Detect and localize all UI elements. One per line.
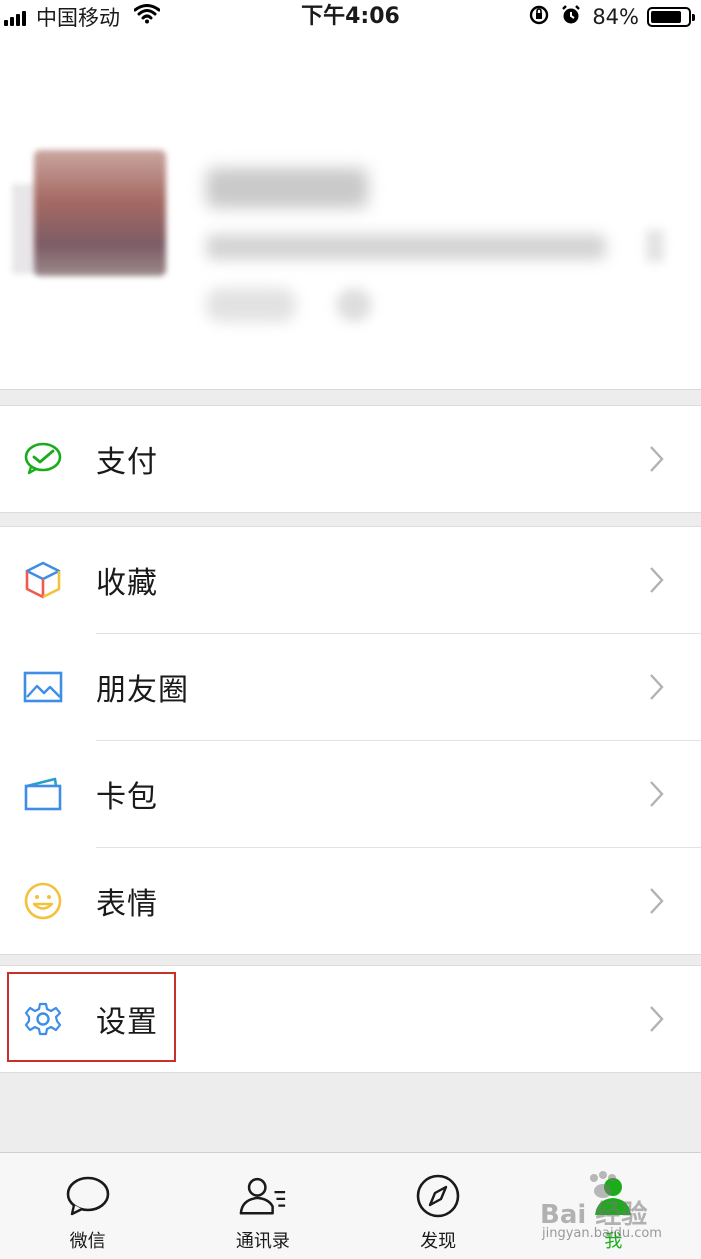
tab-contacts[interactable]: 通讯录 — [175, 1153, 350, 1259]
tab-label-contacts: 通讯录 — [235, 1231, 290, 1252]
chevron-right-icon — [649, 1004, 665, 1034]
status-pill-blurred[interactable] — [206, 288, 296, 322]
profile-name-blurred — [206, 168, 368, 208]
baidu-jingyan-watermark: Bai 经验 jingyan.baidu.com — [540, 1170, 690, 1250]
chevron-right-icon — [649, 565, 665, 595]
wechat-me-screen: 中国移动 下午4:06 84% 支付 收藏 朋友圈 卡包 表情 设置 微信 通讯… — [0, 0, 701, 1259]
tab-discover[interactable]: 发现 — [351, 1153, 526, 1259]
menu-item-moments[interactable]: 朋友圈 — [0, 634, 701, 740]
menu-item-cards[interactable]: 卡包 — [0, 741, 701, 847]
menu-item-pay[interactable]: 支付 — [0, 406, 701, 512]
group-pay: 支付 — [0, 405, 701, 513]
chat-bubble-icon — [63, 1171, 113, 1221]
wechat-id-blurred — [206, 234, 606, 260]
chevron-right-icon — [649, 672, 665, 702]
tab-label-chats: 微信 — [69, 1231, 106, 1252]
menu-label-cards: 卡包 — [96, 780, 158, 815]
moments-picture-icon — [22, 666, 64, 708]
menu-label-favorites: 收藏 — [96, 566, 158, 601]
watermark-sub-text: jingyan.baidu.com — [542, 1226, 662, 1241]
status-bar: 中国移动 下午4:06 84% — [0, 0, 701, 34]
chevron-right-icon — [649, 886, 665, 916]
chevron-right-icon — [649, 779, 665, 809]
status-add-blurred[interactable] — [336, 288, 372, 322]
menu-label-stickers: 表情 — [96, 887, 158, 922]
alarm-icon — [560, 4, 582, 31]
chevron-right-icon — [649, 444, 665, 474]
profile-header[interactable] — [0, 34, 701, 390]
pay-icon — [22, 438, 64, 480]
contacts-icon — [238, 1171, 288, 1221]
tab-label-discover: 发现 — [420, 1231, 457, 1252]
compass-icon — [413, 1171, 463, 1221]
battery-percent: 84% — [592, 5, 639, 29]
settings-highlight-box — [7, 972, 176, 1062]
menu-label-moments: 朋友圈 — [96, 673, 189, 708]
card-wallet-icon — [22, 773, 64, 815]
menu-item-stickers[interactable]: 表情 — [0, 848, 701, 954]
favorites-cube-icon — [22, 559, 64, 601]
group-collections: 收藏 朋友圈 卡包 表情 — [0, 526, 701, 955]
profile-chevron-blurred — [646, 230, 664, 262]
battery-icon — [647, 7, 695, 27]
menu-label-pay: 支付 — [96, 445, 158, 480]
menu-item-favorites[interactable]: 收藏 — [0, 527, 701, 633]
smiley-icon — [22, 880, 64, 922]
tab-chats[interactable]: 微信 — [0, 1153, 175, 1259]
status-right: 84% — [528, 2, 695, 32]
avatar[interactable] — [34, 150, 166, 276]
orientation-lock-icon — [528, 4, 550, 31]
